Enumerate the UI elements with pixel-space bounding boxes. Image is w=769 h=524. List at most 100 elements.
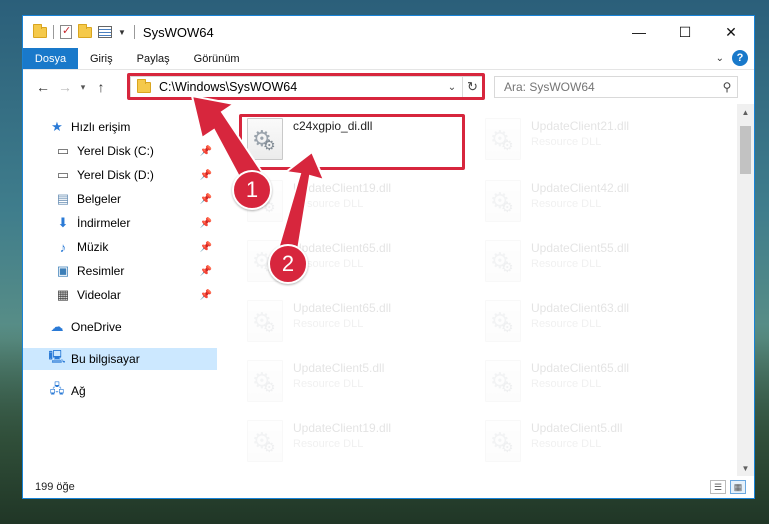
file-type: Resource DLL [531, 438, 602, 450]
dll-file-icon [485, 360, 521, 402]
tab-file[interactable]: Dosya [23, 48, 78, 69]
star-icon: ★ [51, 119, 63, 134]
file-name: UpdateClient65.dll [531, 361, 630, 375]
details-view-icon[interactable]: ☰ [710, 480, 726, 494]
dll-file-icon [485, 180, 521, 222]
tab-share[interactable]: Paylaş [125, 48, 182, 69]
pin-icon[interactable]: 📌 [200, 218, 212, 229]
music-icon: ♪ [59, 239, 67, 255]
file-name: UpdateClient21.dll [531, 119, 630, 133]
minimize-button[interactable]: — [616, 16, 662, 48]
sidebar-item-pictures[interactable]: ▣ Resimler 📌 [23, 260, 217, 282]
sidebar-item-label: İndirmeler [77, 216, 131, 230]
sidebar-item-documents[interactable]: ▤ Belgeler 📌 [23, 188, 217, 210]
download-icon: ⬇ [57, 215, 69, 230]
step-marker-1: 1 [232, 170, 272, 210]
scroll-down-icon[interactable]: ▼ [737, 460, 754, 476]
sidebar-item-label: Hızlı erişim [71, 120, 131, 134]
sidebar-item-label: Ağ [71, 384, 86, 398]
file-item[interactable]: UpdateClient19.dll Resource DLL [247, 180, 467, 226]
sidebar-item-local-disk-d[interactable]: ▭ Yerel Disk (D:) 📌 [23, 164, 217, 186]
customize-toolbar-icon[interactable]: ▼ [118, 28, 126, 37]
window-controls: — ☐ ✕ [616, 16, 754, 48]
dll-file-icon [485, 118, 521, 160]
sidebar-item-onedrive[interactable]: ☁ OneDrive [23, 316, 217, 338]
sidebar-item-network[interactable]: 🖧 Ağ [23, 380, 217, 402]
sidebar-item-downloads[interactable]: ⬇ İndirmeler 📌 [23, 212, 217, 234]
video-icon: ▦ [56, 287, 70, 302]
file-item[interactable]: UpdateClient21.dll Resource DLL [485, 118, 705, 164]
ribbon-controls: ⌄ ? [716, 50, 748, 66]
dll-file-icon [247, 420, 283, 462]
forward-button[interactable]: → [54, 76, 76, 98]
sidebar-item-videos[interactable]: ▦ Videolar 📌 [23, 284, 217, 306]
view-switcher: ☰ ▦ [710, 480, 746, 494]
drive-icon: ▭ [56, 143, 70, 158]
back-button[interactable]: ← [32, 76, 54, 98]
file-name: UpdateClient19.dll [293, 181, 392, 195]
search-icon[interactable]: ⚲ [717, 80, 737, 94]
file-item[interactable]: UpdateClient19.dll Resource DLL [247, 420, 467, 466]
search-box[interactable]: ⚲ [494, 76, 738, 98]
expand-ribbon-icon[interactable]: ⌄ [716, 53, 724, 64]
pin-icon[interactable]: 📌 [200, 290, 212, 301]
scroll-thumb[interactable] [740, 126, 751, 174]
help-icon[interactable]: ? [732, 50, 748, 66]
file-item[interactable]: UpdateClient5.dll Resource DLL [485, 420, 705, 466]
title-divider [133, 25, 135, 39]
explorer-window: ▼ SysWOW64 — ☐ ✕ Dosya Giriş Paylaş Görü… [22, 15, 755, 499]
recent-locations-button[interactable]: ▾ [76, 82, 90, 93]
scroll-up-icon[interactable]: ▲ [737, 104, 754, 120]
file-name: UpdateClient65.dll [293, 241, 392, 255]
file-item[interactable]: UpdateClient55.dll Resource DLL [485, 240, 705, 286]
quick-access-toolbar: ▼ [23, 23, 126, 39]
sidebar-item-local-disk-c[interactable]: ▭ Yerel Disk (C:) 📌 [23, 140, 217, 162]
pin-icon[interactable]: 📌 [200, 242, 212, 253]
pin-icon[interactable]: 📌 [200, 146, 212, 157]
pin-icon[interactable]: 📌 [200, 266, 212, 277]
folder-icon [33, 23, 47, 38]
sidebar-item-label: Resimler [77, 264, 125, 278]
tab-view[interactable]: Görünüm [182, 48, 252, 69]
pin-icon[interactable]: 📌 [200, 170, 212, 181]
file-item[interactable]: UpdateClient63.dll Resource DLL [485, 300, 705, 346]
file-name: UpdateClient5.dll [531, 421, 623, 435]
file-name: UpdateClient63.dll [531, 301, 630, 315]
sidebar-item-music[interactable]: ♪ Müzik 📌 [23, 236, 217, 258]
pictures-icon: ▣ [56, 263, 70, 278]
close-button[interactable]: ✕ [708, 16, 754, 48]
sidebar-item-label: Yerel Disk (D:) [77, 168, 154, 182]
sidebar-item-quick-access[interactable]: ★ Hızlı erişim [23, 116, 217, 138]
content-area: ★ Hızlı erişim ▭ Yerel Disk (C:) 📌 ▭ Yer… [23, 104, 754, 476]
up-button[interactable]: ↑ [90, 76, 112, 98]
computer-icon: 🖳 [48, 349, 66, 364]
properties-icon[interactable] [60, 24, 72, 39]
pin-icon[interactable]: 📌 [200, 194, 212, 205]
network-icon: 🖧 [49, 381, 65, 396]
file-item[interactable]: UpdateClient65.dll Resource DLL [247, 300, 467, 346]
sidebar-item-label: OneDrive [71, 320, 122, 334]
file-highlight-box [239, 114, 465, 170]
file-type: Resource DLL [531, 136, 602, 148]
file-item[interactable]: UpdateClient5.dll Resource DLL [247, 360, 467, 406]
sidebar-item-label: Videolar [77, 288, 121, 302]
file-type: Resource DLL [531, 318, 602, 330]
file-item[interactable]: UpdateClient65.dll Resource DLL [485, 360, 705, 406]
new-folder-icon[interactable] [78, 23, 92, 38]
vertical-scrollbar[interactable]: ▲ ▼ [737, 104, 754, 476]
tab-home[interactable]: Giriş [78, 48, 125, 69]
step-marker-2: 2 [268, 244, 308, 284]
ribbon: Dosya Giriş Paylaş Görünüm ⌄ ? [23, 48, 754, 70]
view-options-icon[interactable] [98, 26, 112, 38]
large-icons-view-icon[interactable]: ▦ [730, 480, 746, 494]
file-name: UpdateClient65.dll [293, 301, 392, 315]
maximize-button[interactable]: ☐ [662, 16, 708, 48]
search-input[interactable] [504, 80, 717, 94]
dll-file-icon [485, 300, 521, 342]
file-type: Resource DLL [531, 378, 602, 390]
sidebar-item-label: Bu bilgisayar [71, 352, 140, 366]
file-name: UpdateClient19.dll [293, 421, 392, 435]
file-item[interactable]: UpdateClient42.dll Resource DLL [485, 180, 705, 226]
sidebar-item-label: Müzik [77, 240, 109, 254]
sidebar-item-this-pc[interactable]: 🖳 Bu bilgisayar [23, 348, 217, 370]
